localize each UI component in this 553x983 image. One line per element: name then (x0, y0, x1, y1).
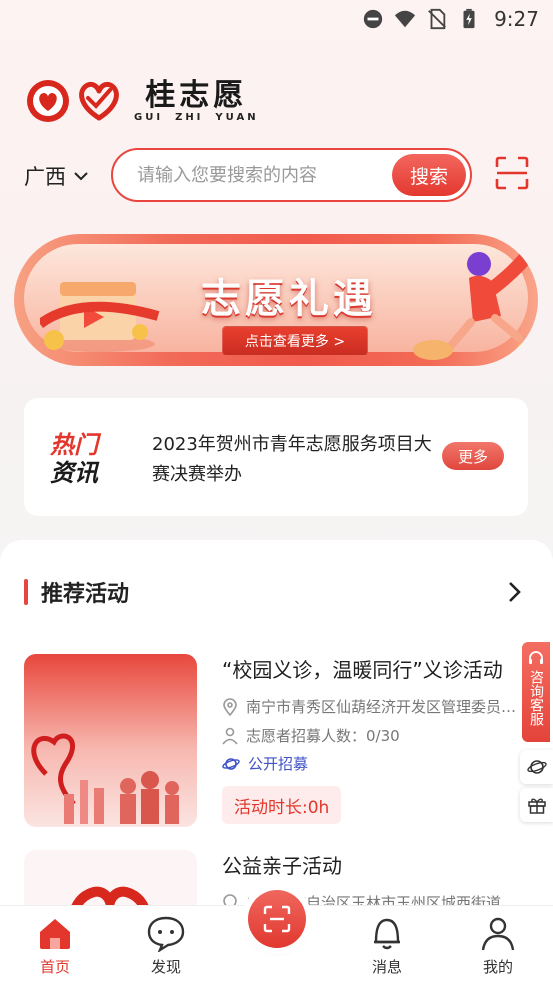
nav-mine-label: 我的 (482, 958, 513, 976)
activity-recruit-count: 志愿者招募人数：0/30 (222, 725, 522, 746)
news-headline[interactable]: 2023年贺州市青年志愿服务项目大赛决赛举办 (152, 430, 432, 490)
gift-box-illustration-icon (40, 282, 160, 352)
gift-icon (527, 798, 546, 814)
gift-float-button[interactable] (520, 788, 553, 822)
activity-recruit-mode: 公开招募 (222, 753, 522, 774)
search-button[interactable]: 搜索 (392, 154, 466, 196)
customer-service-label: 咨询客服 (528, 670, 544, 726)
region-selector[interactable]: 广西 (24, 160, 88, 192)
runner-illustration-icon (413, 241, 538, 360)
chevron-right-icon[interactable] (507, 580, 523, 604)
banner-title: 志愿礼遇 (201, 276, 377, 322)
section-title: 推荐活动 (41, 582, 130, 607)
scan-icon (263, 905, 291, 933)
status-bar: 9:27 (0, 0, 553, 38)
nav-home-label: 首页 (39, 958, 70, 976)
hot-news-logo: 热门 资讯 (50, 431, 98, 487)
activity-title: 公益亲子活动 (222, 854, 342, 878)
app-logo: 桂志愿 GUI ZHI YUAN (26, 78, 259, 124)
planet-icon (526, 760, 547, 774)
planet-icon (222, 757, 240, 770)
recommend-section: 推荐活动 “校园义诊，温暖同行”义诊活动 南宁市青秀区仙葫经济开发区管理委员… (0, 540, 553, 920)
heart-hand-icon (79, 81, 119, 121)
logo-title: 桂志愿 (145, 77, 248, 113)
clock: 9:27 (494, 7, 539, 31)
discover-chat-icon (147, 916, 185, 952)
hot-news-card[interactable]: 热门 资讯 2023年贺州市青年志愿服务项目大赛决赛举办 更多 (24, 398, 528, 516)
planet-float-button[interactable] (520, 750, 553, 784)
activity-duration-tag: 活动时长:0h (222, 786, 342, 824)
message-bell-icon (374, 918, 400, 950)
search-input[interactable] (137, 164, 387, 186)
nav-discover[interactable]: 发现 (126, 914, 206, 977)
no-sim-icon (428, 8, 446, 30)
activity-title: “校园义诊，温暖同行”义诊活动 (222, 658, 503, 682)
activity-thumbnail (24, 654, 197, 827)
section-accent-bar (24, 579, 28, 605)
region-label: 广西 (24, 165, 66, 189)
search-bar: 搜索 (111, 148, 472, 202)
home-icon (40, 919, 70, 949)
activity-location: 南宁市青秀区仙葫经济开发区管理委员… (222, 696, 522, 717)
location-pin-icon (223, 697, 237, 716)
nav-home[interactable]: 首页 (15, 914, 95, 977)
logo-subtitle: GUI ZHI YUAN (134, 111, 259, 123)
activity-card[interactable]: “校园义诊，温暖同行”义诊活动 南宁市青秀区仙葫经济开发区管理委员… 志愿者招募… (24, 654, 529, 829)
user-profile-icon (481, 917, 515, 951)
news-more-button[interactable]: 更多 (442, 442, 504, 470)
promo-banner[interactable]: 志愿礼遇 点击查看更多 > (14, 234, 538, 366)
nav-messages-label: 消息 (371, 958, 402, 976)
wifi-icon (394, 10, 416, 28)
scan-icon[interactable] (495, 156, 529, 190)
nav-messages[interactable]: 消息 (347, 914, 427, 977)
section-header[interactable]: 推荐活动 (24, 576, 529, 608)
person-icon (222, 727, 238, 745)
nav-mine[interactable]: 我的 (458, 914, 538, 977)
volunteer-emblem-icon (27, 80, 69, 122)
nav-scan-button[interactable] (248, 890, 306, 948)
headset-icon (529, 651, 543, 664)
do-not-disturb-icon (363, 9, 383, 29)
chevron-down-icon (74, 172, 88, 181)
customer-service-button[interactable]: 咨询客服 (522, 642, 550, 742)
battery-charging-icon (463, 8, 475, 29)
nav-discover-label: 发现 (150, 958, 181, 976)
banner-cta[interactable]: 点击查看更多 > (222, 326, 368, 356)
